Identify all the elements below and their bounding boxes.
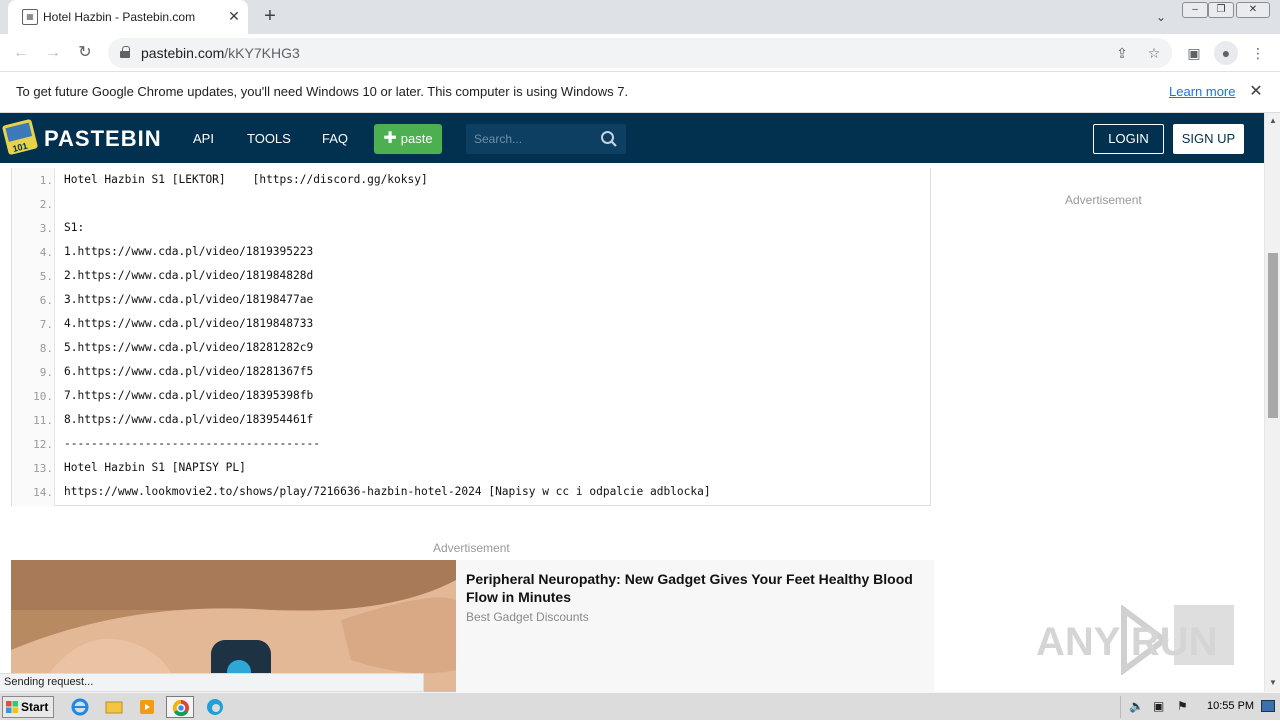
forward-arrow-icon[interactable]: → xyxy=(40,40,66,66)
lock-icon[interactable] xyxy=(120,46,130,58)
code-line: 8. 5.https://www.cda.pl/video/18281282c9 xyxy=(39,341,314,355)
scroll-up-icon[interactable]: ▲ xyxy=(1268,116,1278,126)
learn-more-link[interactable]: Learn more xyxy=(1169,84,1235,99)
plus-icon: ✚ xyxy=(383,130,397,147)
scroll-down-icon[interactable]: ▼ xyxy=(1268,678,1278,688)
update-infobar: To get future Google Chrome updates, you… xyxy=(0,72,1280,113)
browser-toolbar: ← → ↻ pastebin.com/kKY7KHG3 ⇪ ☆ ▣ ● ⋮ xyxy=(0,34,1280,72)
ad-label: Advertisement xyxy=(433,541,510,555)
nav-api[interactable]: API xyxy=(193,131,214,146)
tab-strip: ▦ Hotel Hazbin - Pastebin.com ✕ + ⌄ – ❐ … xyxy=(0,0,1280,34)
ad-title[interactable]: Peripheral Neuropathy: New Gadget Gives … xyxy=(466,570,936,606)
search-placeholder: Search... xyxy=(474,132,523,146)
new-tab-button[interactable]: + xyxy=(258,5,282,29)
volume-icon[interactable]: 🔈 xyxy=(1129,699,1144,713)
infobar-close-icon[interactable]: ✕ xyxy=(1246,82,1266,102)
code-line: 3. S1: xyxy=(39,221,85,235)
back-arrow-icon[interactable]: ← xyxy=(8,40,34,66)
windows-logo-icon xyxy=(6,701,18,713)
code-line: 5. 2.https://www.cda.pl/video/181984828d xyxy=(39,269,314,283)
pastebin-favicon-icon: ▦ xyxy=(22,9,38,25)
pastebin-header: 101 PASTEBIN API TOOLS FAQ ✚ paste Search… xyxy=(0,113,1264,163)
code-line: 14. https://www.lookmovie2.to/shows/play/… xyxy=(33,485,711,499)
watermark-text: ANY RUN xyxy=(1036,620,1218,664)
code-line: 6. 3.https://www.cda.pl/video/18198477ae xyxy=(39,293,314,307)
tab-close-icon[interactable]: ✕ xyxy=(225,7,243,25)
profile-avatar-icon[interactable]: ● xyxy=(1214,41,1238,65)
code-line: 12. -------------------------------------… xyxy=(33,437,320,451)
browser-tab[interactable]: ▦ Hotel Hazbin - Pastebin.com ✕ xyxy=(8,0,248,34)
show-desktop-icon[interactable] xyxy=(1261,700,1275,712)
start-button[interactable]: Start xyxy=(2,696,54,718)
ad-source[interactable]: Best Gadget Discounts xyxy=(466,610,589,624)
minimize-button[interactable]: – xyxy=(1182,2,1208,18)
windows-taskbar: Start 🔈 ▣ ⚑ 10:55 PM xyxy=(0,692,1280,720)
network-icon[interactable]: ▣ xyxy=(1153,699,1164,713)
code-line: 4. 1.https://www.cda.pl/video/1819395223 xyxy=(39,245,314,259)
code-line: 11. 8.https://www.cda.pl/video/183954461f xyxy=(33,413,314,427)
media-player-taskbar-icon[interactable] xyxy=(133,696,161,718)
code-line: 10. 7.https://www.cda.pl/video/18395398fb xyxy=(33,389,314,403)
tab-search-chevron-icon[interactable]: ⌄ xyxy=(1150,7,1172,27)
nav-tools[interactable]: TOOLS xyxy=(247,131,291,146)
login-button[interactable]: LOGIN xyxy=(1093,124,1164,154)
edge-taskbar-icon[interactable] xyxy=(201,696,229,718)
search-input[interactable]: Search... xyxy=(466,124,626,154)
tab-title: Hotel Hazbin - Pastebin.com xyxy=(43,10,196,24)
taskbar-clock[interactable]: 10:55 PM xyxy=(1207,700,1254,712)
code-line: 2. xyxy=(39,198,53,211)
page-scrollbar[interactable]: ▲ ▼ xyxy=(1264,113,1280,692)
signup-button[interactable]: SIGN UP xyxy=(1173,124,1244,154)
code-line: 13. Hotel Hazbin S1 [NAPISY PL] xyxy=(33,461,246,475)
infobar-message: To get future Google Chrome updates, you… xyxy=(16,84,629,99)
anyrun-watermark-icon: ANY RUN xyxy=(1036,605,1234,675)
address-bar[interactable]: pastebin.com/kKY7KHG3 ⇪ ☆ xyxy=(108,38,1172,68)
share-icon[interactable]: ⇪ xyxy=(1112,43,1132,63)
paste-code-box: 1. Hotel Hazbin S1 [LEKTOR] [https://disc… xyxy=(11,168,931,506)
system-tray: 🔈 ▣ ⚑ 10:55 PM xyxy=(1120,696,1280,718)
page-viewport: 101 PASTEBIN API TOOLS FAQ ✚ paste Search… xyxy=(0,113,1264,692)
scroll-thumb[interactable] xyxy=(1268,253,1278,418)
status-bubble: Sending request... xyxy=(0,673,424,692)
pastebin-brand[interactable]: PASTEBIN xyxy=(44,126,162,152)
side-panel-icon[interactable]: ▣ xyxy=(1182,41,1206,65)
menu-kebab-icon[interactable]: ⋮ xyxy=(1246,41,1270,65)
window-close-button[interactable]: ✕ xyxy=(1236,2,1270,18)
code-line: 1. Hotel Hazbin S1 [LEKTOR] [https://disc… xyxy=(39,173,428,187)
search-icon[interactable] xyxy=(600,130,618,148)
reload-icon[interactable]: ↻ xyxy=(72,40,98,66)
nav-faq[interactable]: FAQ xyxy=(322,131,348,146)
code-line: 7. 4.https://www.cda.pl/video/1819848733 xyxy=(39,317,314,331)
action-center-flag-icon[interactable]: ⚑ xyxy=(1177,699,1188,713)
code-line: 9. 6.https://www.cda.pl/video/18281367f5 xyxy=(39,365,314,379)
maximize-button[interactable]: ❐ xyxy=(1208,2,1234,18)
url-text: pastebin.com/kKY7KHG3 xyxy=(141,45,300,61)
explorer-taskbar-icon[interactable] xyxy=(100,696,128,718)
ie-taskbar-icon[interactable] xyxy=(66,696,94,718)
sidebar-ad-label: Advertisement xyxy=(1065,193,1142,207)
chrome-taskbar-icon[interactable] xyxy=(166,696,194,718)
new-paste-button[interactable]: ✚ paste xyxy=(374,124,442,154)
svg-text:101: 101 xyxy=(12,141,29,154)
bookmark-star-icon[interactable]: ☆ xyxy=(1144,43,1164,63)
pastebin-logo-icon[interactable]: 101 xyxy=(2,118,38,156)
